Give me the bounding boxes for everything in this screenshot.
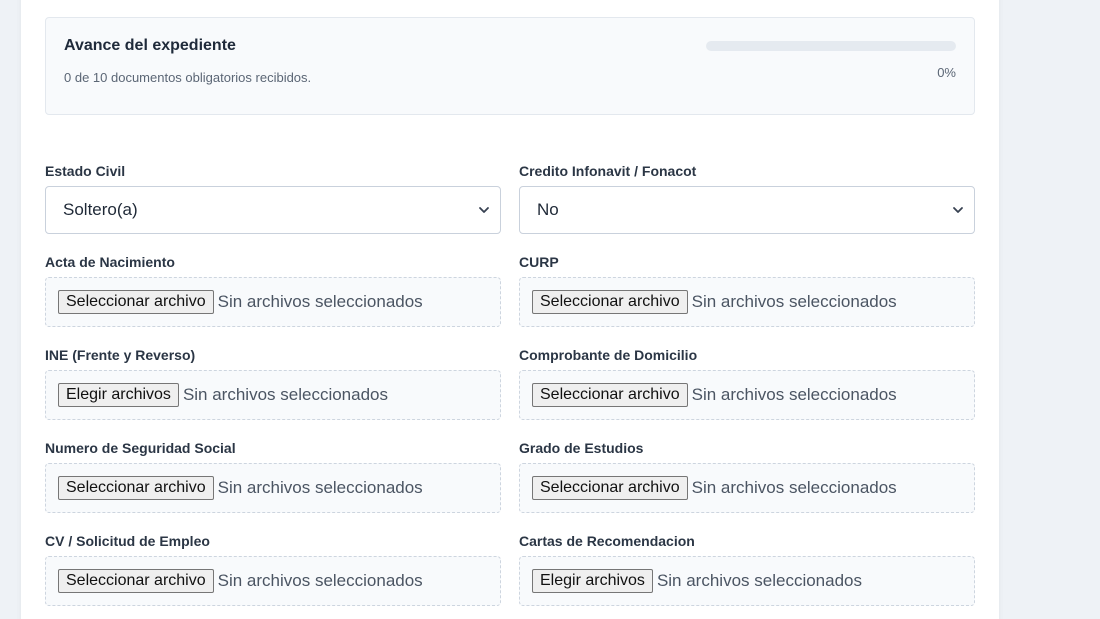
upload-label: Cartas de Recomendacion bbox=[519, 533, 695, 549]
upload-grado-estudios: Grado de Estudios Seleccionar archivo Si… bbox=[519, 438, 975, 513]
progress-subtitle: 0 de 10 documentos obligatorios recibido… bbox=[64, 70, 312, 85]
file-status: Sin archivos seleccionados bbox=[691, 478, 897, 497]
choose-file-button[interactable]: Seleccionar archivo bbox=[532, 290, 688, 314]
upload-label: Numero de Seguridad Social bbox=[45, 440, 236, 456]
file-input: Seleccionar archivo Sin archivos selecci… bbox=[45, 556, 501, 606]
upload-label: INE (Frente y Reverso) bbox=[45, 347, 196, 363]
file-input: Seleccionar archivo Sin archivos selecci… bbox=[45, 277, 501, 327]
credito-field: Credito Infonavit / Fonacot No bbox=[519, 161, 975, 234]
upload-cartas-recomendacion: Cartas de Recomendacion Elegir archivos … bbox=[519, 531, 975, 606]
estado-civil-label: Estado Civil bbox=[45, 163, 126, 179]
file-input: Seleccionar archivo Sin archivos selecci… bbox=[519, 370, 975, 420]
upload-nss: Numero de Seguridad Social Seleccionar a… bbox=[45, 438, 501, 513]
file-input: Elegir archivos Sin archivos seleccionad… bbox=[519, 556, 975, 606]
file-status: Sin archivos seleccionados bbox=[691, 292, 897, 311]
progress-percent: 0% bbox=[937, 65, 956, 80]
chevron-down-icon bbox=[479, 207, 489, 213]
chevron-down-icon bbox=[953, 207, 963, 213]
file-status: Sin archivos seleccionados bbox=[182, 385, 388, 404]
estado-civil-select[interactable]: Soltero(a) bbox=[45, 186, 501, 234]
form-card: Avance del expediente 0 de 10 documentos… bbox=[21, 0, 999, 619]
file-status: Sin archivos seleccionados bbox=[691, 385, 897, 404]
upload-ine: INE (Frente y Reverso) Elegir archivos S… bbox=[45, 345, 501, 420]
file-input: Seleccionar archivo Sin archivos selecci… bbox=[45, 463, 501, 513]
choose-file-button[interactable]: Seleccionar archivo bbox=[58, 476, 214, 500]
file-input: Seleccionar archivo Sin archivos selecci… bbox=[519, 277, 975, 327]
choose-file-button[interactable]: Seleccionar archivo bbox=[58, 569, 214, 593]
upload-label: CV / Solicitud de Empleo bbox=[45, 533, 210, 549]
upload-label: Comprobante de Domicilio bbox=[519, 347, 698, 363]
choose-file-button[interactable]: Seleccionar archivo bbox=[532, 383, 688, 407]
file-status: Sin archivos seleccionados bbox=[217, 292, 423, 311]
upload-curp: CURP Seleccionar archivo Sin archivos se… bbox=[519, 252, 975, 327]
file-input: Seleccionar archivo Sin archivos selecci… bbox=[519, 463, 975, 513]
estado-civil-field: Estado Civil Soltero(a) bbox=[45, 161, 501, 234]
estado-civil-value: Soltero(a) bbox=[63, 200, 138, 219]
upload-label: Acta de Nacimiento bbox=[45, 254, 175, 270]
progress-title: Avance del expediente bbox=[64, 37, 236, 54]
file-status: Sin archivos seleccionados bbox=[217, 571, 423, 590]
upload-comprobante-domicilio: Comprobante de Domicilio Seleccionar arc… bbox=[519, 345, 975, 420]
file-status: Sin archivos seleccionados bbox=[656, 571, 862, 590]
credito-value: No bbox=[537, 200, 559, 219]
credito-label: Credito Infonavit / Fonacot bbox=[519, 163, 697, 179]
upload-label: CURP bbox=[519, 254, 559, 270]
upload-cv: CV / Solicitud de Empleo Seleccionar arc… bbox=[45, 531, 501, 606]
choose-files-button[interactable]: Elegir archivos bbox=[58, 383, 179, 407]
choose-file-button[interactable]: Seleccionar archivo bbox=[532, 476, 688, 500]
upload-label: Grado de Estudios bbox=[519, 440, 644, 456]
choose-file-button[interactable]: Seleccionar archivo bbox=[58, 290, 214, 314]
file-status: Sin archivos seleccionados bbox=[217, 478, 423, 497]
progress-panel: Avance del expediente 0 de 10 documentos… bbox=[45, 17, 975, 115]
choose-files-button[interactable]: Elegir archivos bbox=[532, 569, 653, 593]
file-input: Elegir archivos Sin archivos seleccionad… bbox=[45, 370, 501, 420]
progress-bar bbox=[706, 41, 956, 51]
credito-select[interactable]: No bbox=[519, 186, 975, 234]
upload-acta-nacimiento: Acta de Nacimiento Seleccionar archivo S… bbox=[45, 252, 501, 327]
